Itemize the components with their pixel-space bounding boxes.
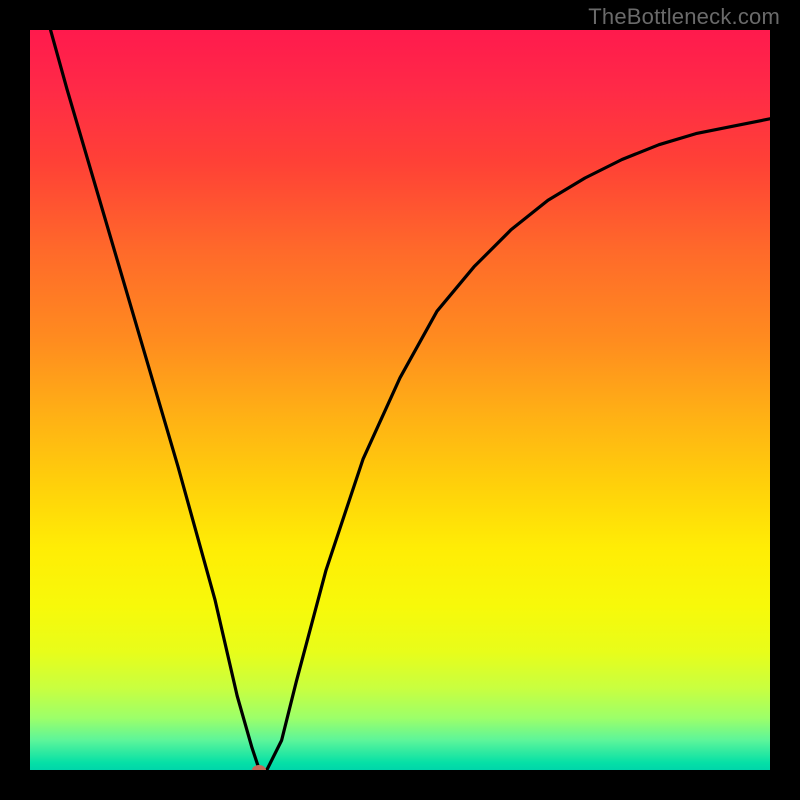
minimum-marker xyxy=(252,765,266,770)
chart-container: TheBottleneck.com xyxy=(0,0,800,800)
watermark-text: TheBottleneck.com xyxy=(588,4,780,30)
bottleneck-curve xyxy=(30,30,770,770)
plot-area xyxy=(30,30,770,770)
